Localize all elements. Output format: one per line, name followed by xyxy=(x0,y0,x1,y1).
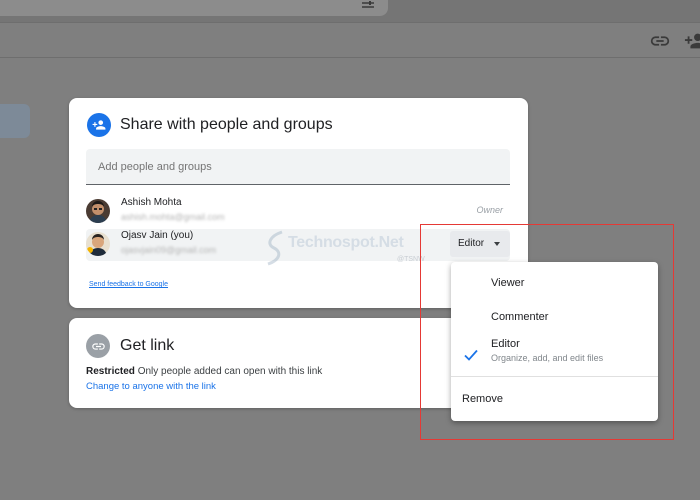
link-icon xyxy=(86,334,110,358)
owner-label: Owner xyxy=(476,205,503,215)
person-email: ojasvjain09@gmail.com xyxy=(121,245,217,255)
person-name: Ashish Mohta xyxy=(121,197,182,208)
add-people-field[interactable] xyxy=(86,149,510,185)
watermark-brand: Technospot.Net xyxy=(288,234,404,251)
avatar xyxy=(86,232,110,256)
menu-item-editor[interactable]: Editor Organize, add, and edit files xyxy=(451,338,658,363)
share-title: Share with people and groups xyxy=(120,116,333,133)
menu-item-remove[interactable]: Remove xyxy=(451,393,658,405)
avatar xyxy=(86,199,110,223)
person-add-icon xyxy=(684,30,700,52)
menu-divider xyxy=(451,376,658,377)
add-people-input[interactable] xyxy=(86,149,510,184)
person-email: ashish.mohta@gmail.com xyxy=(121,212,225,222)
divider xyxy=(0,57,700,58)
get-link-title: Get link xyxy=(120,337,175,354)
editor-label: Editor xyxy=(491,338,520,350)
watermark-logo-icon xyxy=(262,228,288,268)
divider xyxy=(0,22,700,23)
background-search-bar xyxy=(0,0,388,16)
person-name: Ojasv Jain (you) xyxy=(121,230,194,241)
feedback-link[interactable]: Send feedback to Google xyxy=(89,281,168,288)
editor-description: Organize, add, and edit files xyxy=(491,353,604,363)
restricted-label: Restricted xyxy=(86,366,135,377)
link-access-description: Restricted Only people added can open wi… xyxy=(86,366,322,377)
change-link-access[interactable]: Change to anyone with the link xyxy=(86,381,216,392)
person-add-icon xyxy=(87,113,111,137)
restricted-description: Only people added can open with this lin… xyxy=(137,366,323,377)
tune-icon xyxy=(360,0,376,10)
background-button xyxy=(0,104,30,138)
link-icon xyxy=(649,30,671,52)
role-menu: Viewer Commenter Editor Organize, add, a… xyxy=(451,262,658,421)
menu-item-commenter[interactable]: Commenter xyxy=(451,311,658,323)
menu-item-viewer[interactable]: Viewer xyxy=(451,277,658,289)
